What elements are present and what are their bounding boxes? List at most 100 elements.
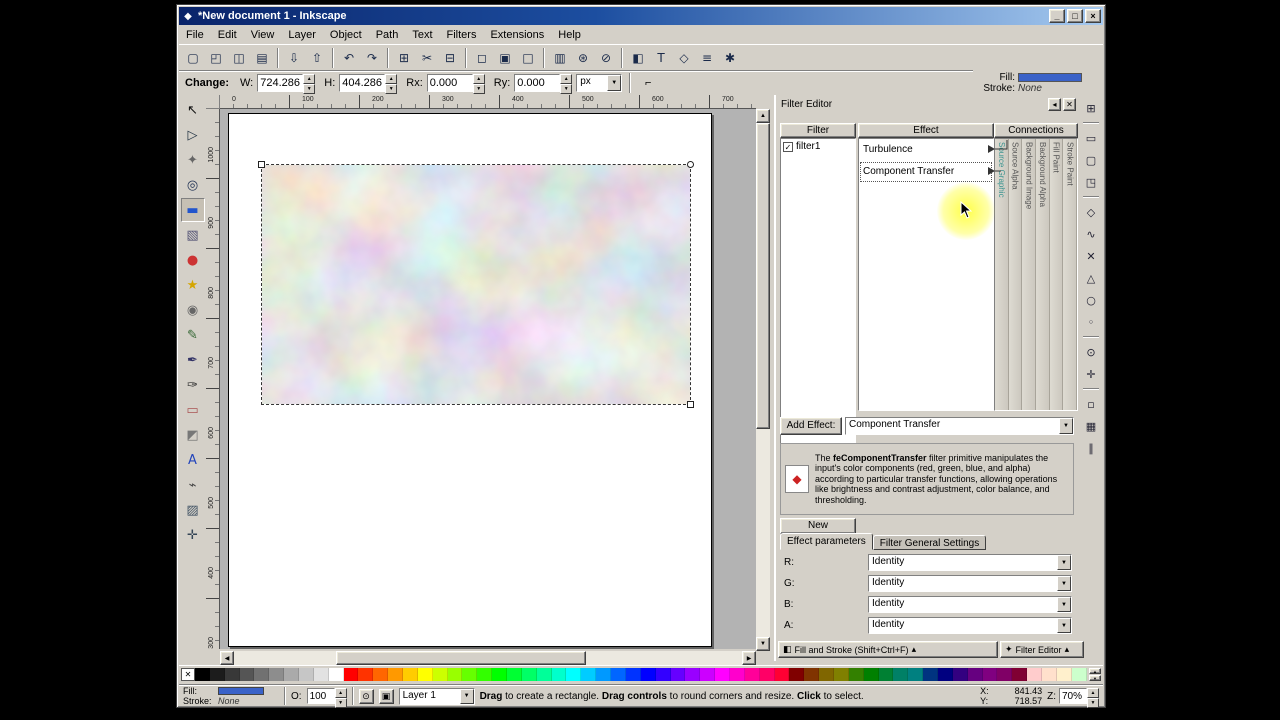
unlink-clone-button[interactable]: ⊘ <box>595 47 617 69</box>
rx-stepper[interactable]: ▲▼ <box>426 74 485 94</box>
palette-swatch[interactable] <box>521 667 537 681</box>
title-bar[interactable]: ◆ *New document 1 - Inkscape _ □ × <box>179 7 1103 25</box>
vertical-scrollbar[interactable]: ▲ ▼ <box>756 109 770 651</box>
close-button[interactable]: × <box>1085 9 1101 23</box>
selector-tool[interactable]: ↖ <box>181 98 205 122</box>
palette-swatch[interactable] <box>1041 667 1057 681</box>
fill-stroke-dialog-button[interactable]: ◧ <box>627 47 649 69</box>
palette-swatch[interactable] <box>744 667 760 681</box>
palette-swatch[interactable] <box>447 667 463 681</box>
xml-editor-button[interactable]: ◇ <box>673 47 695 69</box>
palette-swatch[interactable] <box>923 667 938 681</box>
tab-filter-general-settings[interactable]: Filter General Settings <box>872 535 987 550</box>
palette-swatch[interactable] <box>1012 667 1028 681</box>
connection-column[interactable]: Background Alpha <box>1036 139 1050 410</box>
palette-swatch[interactable] <box>833 667 849 681</box>
resize-handle-topleft[interactable] <box>258 161 265 168</box>
palette-swatch[interactable] <box>625 667 641 681</box>
connection-column[interactable]: Stroke Paint <box>1063 139 1078 410</box>
export-button[interactable]: ⇧ <box>306 47 328 69</box>
connection-column[interactable]: Background Image <box>1022 139 1037 410</box>
filter-column-header[interactable]: Filter <box>780 123 856 138</box>
palette-swatch[interactable] <box>893 667 909 681</box>
menu-item-filters[interactable]: Filters <box>440 27 484 44</box>
chevron-down-icon[interactable]: ▼ <box>459 688 474 704</box>
height-input[interactable] <box>339 74 386 92</box>
open-document-button[interactable]: ◰ <box>205 47 227 69</box>
spin-down-icon[interactable]: ▼ <box>560 84 573 94</box>
palette-swatch[interactable] <box>581 667 597 681</box>
palette-swatch[interactable] <box>596 667 612 681</box>
palette-swatch[interactable] <box>789 667 805 681</box>
chevron-down-icon[interactable]: ▼ <box>1057 555 1071 570</box>
palette-swatch[interactable] <box>700 667 716 681</box>
align-dialog-button[interactable]: ≡ <box>696 47 718 69</box>
layer-lock-icon[interactable]: ▣ <box>378 688 394 704</box>
radius-handle-topright[interactable] <box>687 161 694 168</box>
snap-paths-button[interactable]: ∿ <box>1081 224 1101 244</box>
menu-item-text[interactable]: Text <box>405 27 439 44</box>
vertical-scroll-thumb[interactable] <box>756 123 770 429</box>
maximize-button[interactable]: □ <box>1067 9 1083 23</box>
resize-handle-bottomright[interactable] <box>687 401 694 408</box>
spiral-tool[interactable]: ◉ <box>181 298 205 322</box>
zoom-page-button[interactable]: □ <box>517 47 539 69</box>
snap-page-border-button[interactable]: ▫ <box>1081 394 1101 414</box>
snap-toggle-button[interactable]: ⊞ <box>1081 98 1101 118</box>
palette-swatch[interactable] <box>804 667 820 681</box>
palette-swatch[interactable] <box>685 667 701 681</box>
palette-swatch[interactable] <box>551 667 567 681</box>
palette-swatch[interactable] <box>462 667 478 681</box>
palette-swatch[interactable] <box>655 667 671 681</box>
palette-swatch[interactable] <box>878 667 894 681</box>
palette-swatch[interactable] <box>328 667 344 681</box>
status-fill-swatch[interactable] <box>218 687 264 695</box>
palette-swatch[interactable] <box>343 667 359 681</box>
effect-row-component-transfer[interactable]: Component Transfer <box>859 161 993 183</box>
paste-button[interactable]: ⊟ <box>439 47 461 69</box>
connections-column-header[interactable]: Connections <box>994 123 1078 138</box>
fill-and-stroke-bar[interactable]: ◧ Fill and Stroke (Shift+Ctrl+F) ▴ <box>778 641 998 658</box>
snap-rotation-centers-button[interactable]: ✛ <box>1081 364 1101 384</box>
palette-scroll-down-icon[interactable]: ▼ <box>1089 674 1101 681</box>
zoom-stepper[interactable]: ▲▼ <box>1059 688 1099 708</box>
scroll-left-icon[interactable]: ◀ <box>220 651 234 665</box>
menu-item-object[interactable]: Object <box>323 27 369 44</box>
palette-swatch[interactable] <box>1027 667 1042 681</box>
duplicate-button[interactable]: ▥ <box>549 47 571 69</box>
selected-rectangle[interactable] <box>258 161 694 408</box>
ry-input[interactable] <box>514 74 561 92</box>
zoom-selection-button[interactable]: ◻ <box>471 47 493 69</box>
opacity-stepper[interactable]: ▲▼ <box>306 688 347 708</box>
param-a-select[interactable]: Identity ▼ <box>868 617 1072 634</box>
menu-item-layer[interactable]: Layer <box>281 27 323 44</box>
palette-swatch[interactable] <box>670 667 686 681</box>
ellipse-tool[interactable]: ● <box>181 248 205 272</box>
dock-arrow-icon[interactable]: ◂ <box>1048 98 1061 111</box>
effect-row-turbulence[interactable]: Turbulence <box>859 139 993 161</box>
text-dialog-button[interactable]: T <box>650 47 672 69</box>
node-tool[interactable]: ▷ <box>181 123 205 147</box>
menu-item-extensions[interactable]: Extensions <box>483 27 551 44</box>
filter-list-row[interactable]: ✓ filter1 <box>781 139 855 154</box>
spin-down-icon[interactable]: ▼ <box>1087 698 1099 708</box>
horizontal-scrollbar[interactable]: ◀ ▶ <box>220 651 756 665</box>
snap-bbox-button[interactable]: ▭ <box>1081 128 1101 148</box>
rectangle-tool[interactable]: ▬ <box>180 198 205 222</box>
palette-swatch[interactable] <box>269 667 285 681</box>
snap-path-intersections-button[interactable]: ✕ <box>1081 246 1101 266</box>
cut-button[interactable]: ✂ <box>416 47 438 69</box>
scroll-down-icon[interactable]: ▼ <box>756 637 770 651</box>
palette-swatch[interactable] <box>997 667 1013 681</box>
minimize-button[interactable]: _ <box>1049 9 1065 23</box>
palette-swatch[interactable] <box>224 667 240 681</box>
preferences-button[interactable]: ✱ <box>719 47 741 69</box>
palette-swatch[interactable] <box>239 667 255 681</box>
new-document-button[interactable]: ▢ <box>182 47 204 69</box>
chevron-down-icon[interactable]: ▼ <box>1057 618 1071 633</box>
palette-swatch[interactable] <box>477 667 493 681</box>
palette-swatch[interactable] <box>403 667 418 681</box>
palette-swatch[interactable] <box>195 667 210 681</box>
chevron-down-icon[interactable]: ▼ <box>1057 597 1071 612</box>
toolbar-fill-swatch[interactable] <box>1018 73 1082 82</box>
